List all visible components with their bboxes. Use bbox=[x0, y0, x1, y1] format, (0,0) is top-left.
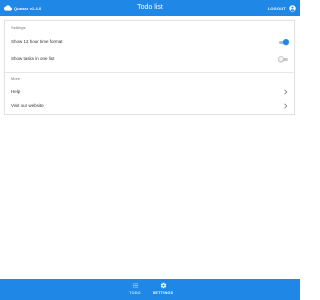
toggle-12-hour-format[interactable] bbox=[278, 39, 289, 45]
setting-row-tasks-one-list[interactable]: Show tasks in one list bbox=[5, 53, 294, 65]
more-row-help[interactable]: Help bbox=[5, 86, 294, 98]
settings-section-header: Settings bbox=[11, 25, 26, 30]
nav-tab-todo[interactable]: TODO bbox=[122, 282, 148, 298]
chevron-right-icon bbox=[284, 89, 288, 95]
toggle-thumb bbox=[278, 56, 284, 62]
settings-card: Settings Show 12 hour time format Show t… bbox=[4, 20, 295, 115]
app-header: Quasar v1.4.0 Todo list LOGOUT bbox=[0, 0, 300, 16]
more-section-header: More bbox=[11, 76, 21, 81]
section-divider bbox=[5, 72, 294, 73]
toggle-tasks-one-list[interactable] bbox=[278, 56, 289, 62]
app-window: Quasar v1.4.0 Todo list LOGOUT Settings … bbox=[0, 0, 300, 300]
account-icon[interactable] bbox=[289, 4, 296, 12]
setting-label: Show tasks in one list bbox=[11, 56, 55, 61]
nav-tab-settings[interactable]: SETTINGS bbox=[148, 282, 178, 298]
nav-label-settings: SETTINGS bbox=[152, 291, 174, 295]
setting-label: Show 12 hour time format bbox=[11, 39, 63, 44]
page-title: Todo list bbox=[137, 4, 163, 11]
more-label: Visit our website bbox=[11, 103, 44, 108]
list-icon bbox=[132, 283, 138, 288]
setting-row-12-hour-format[interactable]: Show 12 hour time format bbox=[5, 36, 294, 48]
nav-label-todo: TODO bbox=[129, 291, 141, 295]
more-row-website[interactable]: Visit our website bbox=[5, 100, 294, 112]
chevron-right-icon bbox=[284, 103, 288, 109]
more-label: Help bbox=[11, 89, 21, 94]
toggle-thumb bbox=[283, 39, 289, 45]
logout-button[interactable]: LOGOUT bbox=[268, 6, 286, 11]
header-right: LOGOUT bbox=[268, 0, 296, 16]
gear-icon bbox=[160, 282, 166, 289]
bottom-nav: TODO SETTINGS bbox=[0, 279, 300, 300]
